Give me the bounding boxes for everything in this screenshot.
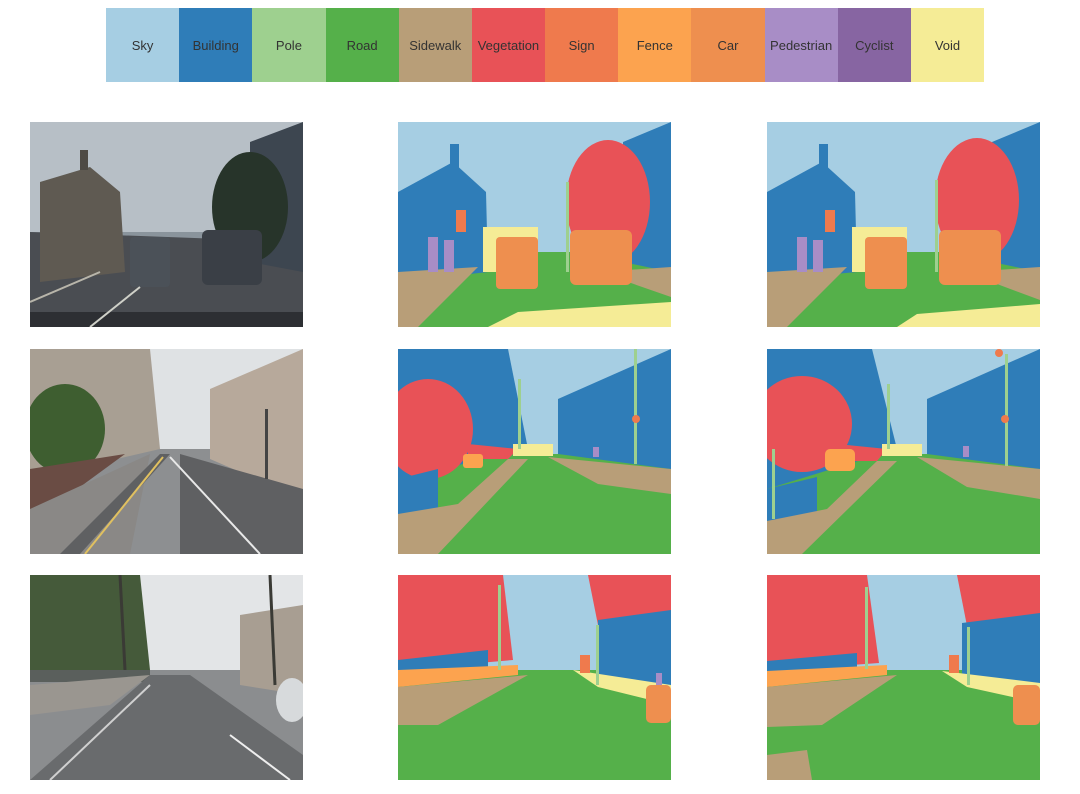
legend-item-vegetation: Vegetation: [471, 8, 546, 82]
legend-item-road: Road: [325, 8, 399, 82]
segmentation-a-scene-1: [398, 122, 671, 327]
segmentation-b-scene-2: [767, 349, 1040, 554]
legend-item-car: Car: [691, 8, 765, 82]
segmentation-b-scene-1: [767, 122, 1040, 327]
legend-item-sign: Sign: [545, 8, 619, 82]
legend-item-sky: Sky: [106, 8, 180, 82]
legend-item-pedestrian: Pedestrian: [764, 8, 838, 82]
segmentation-b-scene-3: [767, 575, 1040, 780]
legend-item-sidewalk: Sidewalk: [398, 8, 472, 82]
segmentation-a-scene-3: [398, 575, 671, 780]
segmentation-a-scene-2: [398, 349, 671, 554]
photo-scene-2: [30, 349, 303, 554]
legend-item-fence: Fence: [618, 8, 692, 82]
class-color-legend: Sky Building Pole Road Sidewalk Vegetation Sig…: [106, 8, 985, 82]
legend-item-pole: Pole: [252, 8, 326, 82]
legend-item-cyclist: Cyclist: [837, 8, 911, 82]
legend-item-void: Void: [910, 8, 985, 82]
photo-scene-3: [30, 575, 303, 780]
photo-scene-1: [30, 122, 303, 327]
legend-item-building: Building: [179, 8, 253, 82]
